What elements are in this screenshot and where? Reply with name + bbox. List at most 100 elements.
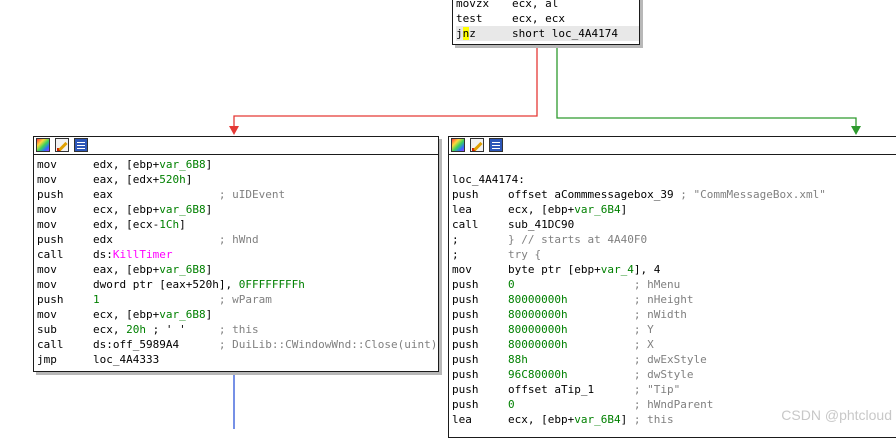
operand-value: 520h (159, 173, 186, 186)
instruction-line[interactable]: sub ecx, 20h ; ' ' ; this (37, 322, 438, 337)
comment: ; uIDEvent (218, 188, 286, 201)
mnemonic: push (452, 323, 479, 336)
list-icon[interactable] (74, 138, 88, 152)
code-block-top[interactable]: movzx ecx, al test ecx, ecx jnz short loc_4A4… (452, 0, 640, 45)
right-block-listing: loc_4A4174: push offset aCommmessagebox_3… (449, 155, 896, 427)
comment: ; nWidth (633, 308, 687, 321)
instruction-line[interactable]: call ds:off_5989A4 ; DuiLib::CWindowWnd::… (37, 337, 438, 352)
instruction-line[interactable]: push 80000000h ; nHeight (452, 292, 896, 307)
mnemonic: mov (37, 158, 57, 171)
operand: ] (205, 263, 213, 276)
instruction-line[interactable]: ; try { (452, 247, 896, 262)
instruction-line[interactable]: call ds:KillTimer (37, 247, 438, 262)
operand-value: var_4 (600, 263, 634, 276)
code-block-loc-4A4174[interactable]: loc_4A4174: push offset aCommmessagebox_3… (448, 136, 896, 438)
instruction-line[interactable]: movzx ecx, al (456, 0, 639, 11)
instruction-line[interactable]: push eax ; uIDEvent (37, 187, 438, 202)
instruction-line[interactable]: push 1 ; wParam (37, 292, 438, 307)
comment: ; "Tip" (633, 383, 681, 396)
operand: edx (93, 233, 113, 246)
instruction-line[interactable]: push offset aTip_1 ; "Tip" (452, 382, 896, 397)
comment-spacer (100, 293, 219, 306)
instruction-line[interactable]: push 96C80000h ; dwStyle (452, 367, 896, 382)
instruction-line[interactable]: push offset aCommmessagebox_39 ; "CommMes… (452, 187, 896, 202)
operand: loc_4A4333 (93, 353, 160, 366)
mnemonic: push (452, 278, 479, 291)
instruction-line[interactable]: push 80000000h ; X (452, 337, 896, 352)
comment: ; wParam (218, 293, 272, 306)
comment: ; dwStyle (633, 368, 694, 381)
mnemonic: push (452, 293, 479, 306)
edge-false-arrowhead (229, 126, 239, 135)
mnemonic: sub (37, 323, 57, 336)
instruction-line[interactable]: push 88h ; dwExStyle (452, 352, 896, 367)
operand: short loc_4A4174 (512, 27, 618, 40)
operand-value: 80000000h (508, 338, 568, 351)
edit-icon[interactable] (470, 138, 484, 152)
mnemonic: mov (37, 173, 57, 186)
instruction-line[interactable]: push edx ; hWnd (37, 232, 438, 247)
instruction-line[interactable]: push 80000000h ; Y (452, 322, 896, 337)
block-toolbar (449, 137, 896, 155)
operand-value: 0 (508, 398, 515, 411)
graph-overview-icon[interactable] (36, 138, 50, 152)
operand: ecx, ecx (512, 12, 565, 25)
instruction-line[interactable]: mov edx, [ecx-1Ch] (37, 217, 438, 232)
label-text[interactable]: loc_4A4174: (452, 173, 525, 186)
operand-value: var_6B4 (574, 413, 621, 426)
mnemonic: push (37, 233, 64, 246)
operand-value: 88h (508, 353, 528, 366)
instruction-line[interactable]: ;} // starts at 4A40F0 (452, 232, 896, 247)
edge-false-branch (233, 43, 538, 128)
instruction-line[interactable]: mov edx, [ebp+var_6B8] (37, 157, 438, 172)
operand: ds:off_5989A4 (93, 338, 180, 351)
operand-value: var_6B8 (159, 263, 206, 276)
instruction-line[interactable]: push 0 ; hMenu (452, 277, 896, 292)
instruction-line[interactable]: mov ecx, [ebp+var_6B8] (37, 202, 438, 217)
operand-value: var_6B8 (159, 203, 206, 216)
instruction-line[interactable]: test ecx, ecx (456, 11, 639, 26)
operand: offset aCommmessagebox_39 (508, 188, 674, 201)
mnemonic: push (452, 353, 479, 366)
instruction-line[interactable]: mov dword ptr [eax+520h], 0FFFFFFFFh (37, 277, 438, 292)
mnemonic-part: j (456, 27, 463, 40)
operand-value: 1 (93, 293, 100, 306)
import-name[interactable]: KillTimer (113, 248, 173, 261)
mnemonic: push (37, 188, 64, 201)
instruction-line[interactable]: jmp loc_4A4333 (37, 352, 438, 367)
comment-spacer (179, 338, 219, 351)
edit-icon[interactable] (55, 138, 69, 152)
instruction-line[interactable]: mov byte ptr [ebp+var_4], 4 (452, 262, 896, 277)
instruction-line[interactable]: push 80000000h ; nWidth (452, 307, 896, 322)
comment: ; hWndParent (633, 398, 714, 411)
instruction-line[interactable]: mov eax, [ebp+var_6B8] (37, 262, 438, 277)
operand: ] (205, 203, 213, 216)
comment-spacer (568, 323, 634, 336)
mnemonic: mov (37, 218, 57, 231)
instruction-line[interactable]: jnz short loc_4A4174 (456, 26, 639, 41)
operand-value: 0 (508, 278, 515, 291)
mnemonic: ; (452, 248, 459, 261)
location-label[interactable]: loc_4A4174: (452, 172, 896, 187)
graph-overview-icon[interactable] (451, 138, 465, 152)
comment-spacer (113, 233, 219, 246)
mnemonic: test (456, 12, 483, 25)
operand: ], 4 (633, 263, 661, 276)
mnemonic: mov (452, 263, 472, 276)
instruction-line[interactable]: mov ecx, [ebp+var_6B8] (37, 307, 438, 322)
instruction-line[interactable]: lea ecx, [ebp+var_6B4] (452, 202, 896, 217)
instruction-line[interactable]: call sub_41DC90 (452, 217, 896, 232)
code-block-false-branch[interactable]: mov edx, [ebp+var_6B8] mov eax, [edx+520h] p… (33, 136, 439, 372)
comment-spacer (568, 293, 634, 306)
operand-value: 80000000h (508, 308, 568, 321)
instruction-line[interactable]: mov eax, [edx+520h] (37, 172, 438, 187)
operand: ] (179, 218, 186, 231)
comment-spacer (113, 188, 219, 201)
mnemonic: ; (452, 233, 459, 246)
comment-spacer (627, 413, 634, 426)
mnemonic: mov (37, 203, 57, 216)
mnemonic: push (452, 383, 479, 396)
operand: ds: (93, 248, 113, 261)
list-icon[interactable] (489, 138, 503, 152)
